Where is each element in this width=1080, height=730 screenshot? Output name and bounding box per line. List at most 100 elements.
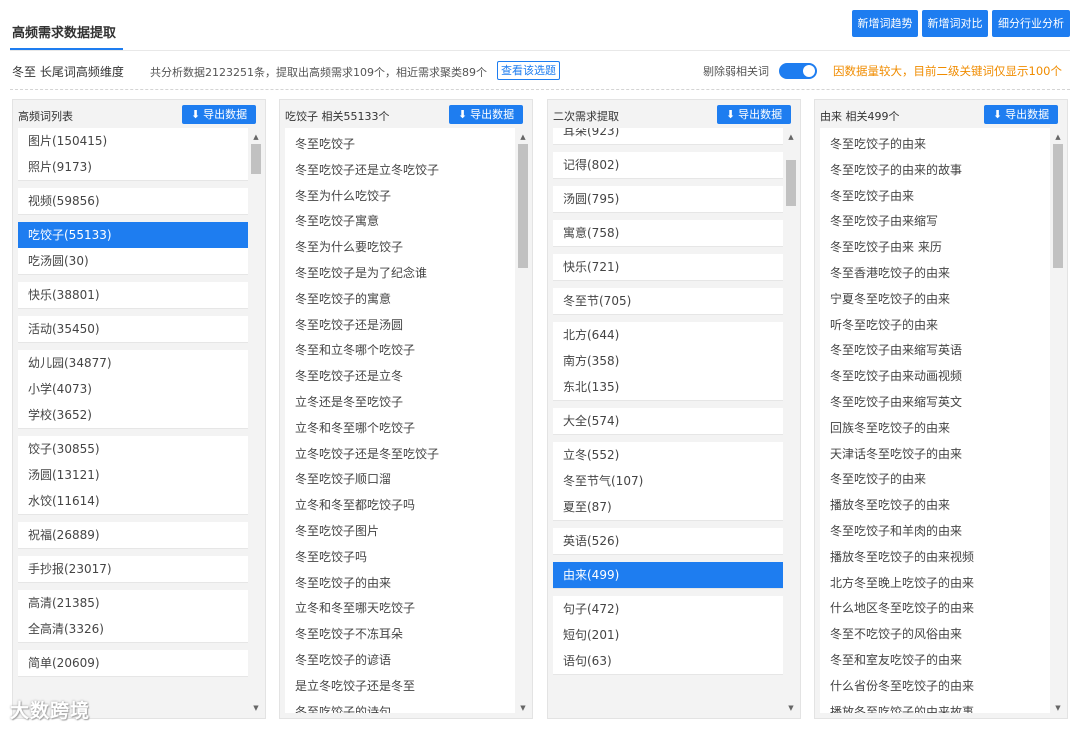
list-item[interactable]: 冬至吃饺子是为了纪念谁	[285, 261, 515, 287]
list-item[interactable]: 寓意(758)	[553, 220, 783, 246]
list-item[interactable]: 冬至吃饺子顺口溜	[285, 467, 515, 493]
list-item[interactable]: 学校(3652)	[18, 402, 248, 428]
list-item[interactable]: 播放冬至吃饺子的由来视频	[820, 545, 1050, 571]
list-item[interactable]: 立冬和冬至哪个吃饺子	[285, 416, 515, 442]
list-item[interactable]: 播放冬至吃饺子的由来故事	[820, 700, 1050, 713]
list-item[interactable]: 北方冬至晚上吃饺子的由来	[820, 571, 1050, 597]
scroll-down-icon[interactable]: ▼	[248, 701, 264, 715]
list-item[interactable]: 短句(201)	[553, 622, 783, 648]
list-item[interactable]: 立冬(552)	[553, 442, 783, 468]
list-item[interactable]: 是立冬吃饺子还是冬至	[285, 674, 515, 700]
list-item[interactable]: 冬至吃饺子的由来	[285, 571, 515, 597]
list-item[interactable]: 立冬吃饺子还是冬至吃饺子	[285, 442, 515, 468]
new-word-compare-button[interactable]: 新增词对比	[922, 10, 988, 37]
list-item[interactable]: 播放冬至吃饺子的由来	[820, 493, 1050, 519]
list-item[interactable]: 冬至吃饺子还是汤圆	[285, 313, 515, 339]
export-data-button[interactable]: ⬇ 导出数据	[984, 105, 1058, 124]
list-item[interactable]: 冬至为什么要吃饺子	[285, 235, 515, 261]
list-item[interactable]: 冬至吃饺子的由来的故事	[820, 158, 1050, 184]
scrollbar[interactable]: ▲ ▼	[783, 130, 799, 715]
scrollbar-thumb[interactable]	[1053, 144, 1063, 268]
list-item[interactable]: 语句(63)	[553, 648, 783, 674]
list-item[interactable]: 冬至和室友吃饺子的由来	[820, 648, 1050, 674]
list-item[interactable]: 冬至不吃饺子的风俗由来	[820, 622, 1050, 648]
list-item[interactable]: 冬至吃饺子和羊肉的由来	[820, 519, 1050, 545]
list-item[interactable]: 手抄报(23017)	[18, 556, 248, 582]
list-item[interactable]: 冬至吃饺子由来动画视频	[820, 364, 1050, 390]
scrollbar[interactable]: ▲ ▼	[1050, 130, 1066, 715]
list-item[interactable]: 天津话冬至吃饺子的由来	[820, 442, 1050, 468]
list-item[interactable]: 饺子(30855)	[18, 436, 248, 462]
list-item[interactable]: 南方(358)	[553, 348, 783, 374]
scrollbar-thumb[interactable]	[786, 160, 796, 206]
list-item[interactable]: 冬至吃饺子的由来	[820, 467, 1050, 493]
list-item[interactable]: 全高清(3326)	[18, 616, 248, 642]
list-item[interactable]: 冬至吃饺子的诗句	[285, 700, 515, 713]
scroll-down-icon[interactable]: ▼	[515, 701, 531, 715]
scrollbar-thumb[interactable]	[251, 144, 261, 174]
list-item[interactable]: 活动(35450)	[18, 316, 248, 342]
list-item[interactable]: 冬至吃饺子寓意	[285, 209, 515, 235]
list-item[interactable]: 冬至吃饺子由来	[820, 184, 1050, 210]
list-item[interactable]: 高清(21385)	[18, 590, 248, 616]
list-item[interactable]: 冬至吃饺子图片	[285, 519, 515, 545]
scroll-up-icon[interactable]: ▲	[515, 130, 531, 144]
list-item[interactable]: 冬至吃饺子的谚语	[285, 648, 515, 674]
list-item[interactable]: 冬至香港吃饺子的由来	[820, 261, 1050, 287]
list-item[interactable]: 冬至吃饺子还是立冬吃饺子	[285, 158, 515, 184]
list-item[interactable]: 冬至吃饺子由来 来历	[820, 235, 1050, 261]
list-item[interactable]: 立冬和冬至哪天吃饺子	[285, 596, 515, 622]
scrollbar-thumb[interactable]	[518, 144, 528, 268]
export-data-button[interactable]: ⬇ 导出数据	[182, 105, 256, 124]
list-item[interactable]: 视频(59856)	[18, 188, 248, 214]
list-item[interactable]: 图片(150415)	[18, 128, 248, 154]
list-item[interactable]: 东北(135)	[553, 374, 783, 400]
scroll-down-icon[interactable]: ▼	[783, 701, 799, 715]
scrollbar[interactable]: ▲ ▼	[515, 130, 531, 715]
list-item[interactable]: 冬至吃饺子的由来	[820, 132, 1050, 158]
list-item[interactable]: 冬至和立冬哪个吃饺子	[285, 338, 515, 364]
scroll-up-icon[interactable]: ▲	[783, 130, 799, 144]
list-item[interactable]: 简单(20609)	[18, 650, 248, 676]
list-item[interactable]: 冬至节气(107)	[553, 468, 783, 494]
list-item[interactable]: 夏至(87)	[553, 494, 783, 520]
list-item[interactable]: 吃汤圆(30)	[18, 248, 248, 274]
list-item[interactable]: 什么地区冬至吃饺子的由来	[820, 596, 1050, 622]
list-item[interactable]: 回族冬至吃饺子的由来	[820, 416, 1050, 442]
list-item[interactable]: 祝福(26889)	[18, 522, 248, 548]
scroll-up-icon[interactable]: ▲	[1050, 130, 1066, 144]
list-item[interactable]: 由来(499)	[553, 562, 783, 588]
list-item[interactable]: 冬至吃饺子的寓意	[285, 287, 515, 313]
list-item[interactable]: 冬至节(705)	[553, 288, 783, 314]
list-item[interactable]: 立冬还是冬至吃饺子	[285, 390, 515, 416]
list-item[interactable]: 宁夏冬至吃饺子的由来	[820, 287, 1050, 313]
view-topic-button[interactable]: 查看该选题	[497, 61, 560, 80]
list-item[interactable]: 冬至为什么吃饺子	[285, 184, 515, 210]
list-item[interactable]: 汤圆(795)	[553, 186, 783, 212]
filter-weak-toggle[interactable]	[779, 63, 817, 79]
list-item[interactable]: 冬至吃饺子	[285, 132, 515, 158]
export-data-button[interactable]: ⬇ 导出数据	[449, 105, 523, 124]
new-word-trend-button[interactable]: 新增词趋势	[852, 10, 918, 37]
list-item[interactable]: 什么省份冬至吃饺子的由来	[820, 674, 1050, 700]
list-item[interactable]: 快乐(38801)	[18, 282, 248, 308]
export-data-button[interactable]: ⬇ 导出数据	[717, 105, 791, 124]
list-item[interactable]: 吃饺子(55133)	[18, 222, 248, 248]
list-item[interactable]: 冬至吃饺子还是立冬	[285, 364, 515, 390]
list-item[interactable]: 句子(472)	[553, 596, 783, 622]
scrollbar[interactable]: ▲ ▼	[248, 130, 264, 715]
list-item[interactable]: 冬至吃饺子由来缩写英语	[820, 338, 1050, 364]
scroll-up-icon[interactable]: ▲	[248, 130, 264, 144]
list-item[interactable]: 冬至吃饺子吗	[285, 545, 515, 571]
list-item[interactable]: 听冬至吃饺子的由来	[820, 313, 1050, 339]
list-item[interactable]: 英语(526)	[553, 528, 783, 554]
list-item[interactable]: 冬至吃饺子不冻耳朵	[285, 622, 515, 648]
list-item[interactable]: 北方(644)	[553, 322, 783, 348]
list-item[interactable]: 照片(9173)	[18, 154, 248, 180]
list-item[interactable]: 冬至吃饺子由来缩写英文	[820, 390, 1050, 416]
scroll-down-icon[interactable]: ▼	[1050, 701, 1066, 715]
list-item[interactable]: 小学(4073)	[18, 376, 248, 402]
list-item[interactable]: 冬至吃饺子由来缩写	[820, 209, 1050, 235]
list-item[interactable]: 大全(574)	[553, 408, 783, 434]
list-item[interactable]: 快乐(721)	[553, 254, 783, 280]
